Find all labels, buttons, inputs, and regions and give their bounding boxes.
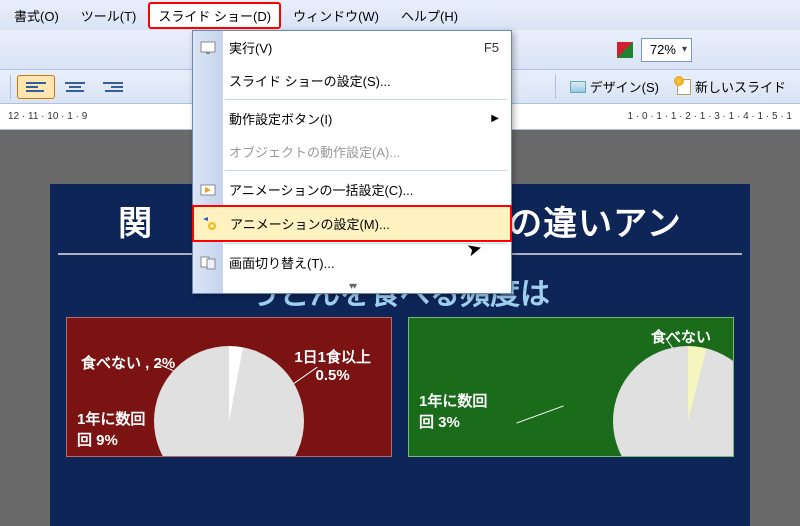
menu-item-action-buttons-label: 動作設定ボタン(I) [229, 109, 332, 128]
align-right-btn[interactable] [95, 76, 131, 98]
chart-left-label-1: 食べない , 2% [81, 352, 175, 373]
chart-left-label-3: 1年に数回回 9% [77, 408, 145, 450]
leader-line [516, 405, 563, 423]
menu-item-anim-batch[interactable]: アニメーションの一括設定(C)... [193, 173, 511, 206]
design-label: デザイン(S) [590, 77, 659, 96]
menu-item-object-action-label: オブジェクトの動作設定(A)... [229, 142, 400, 161]
ruler-ticks-right: 1 · 0 · 1 · 1 · 2 · 1 · 3 · 1 · 4 · 1 · … [628, 111, 793, 122]
menu-item-anim-settings[interactable]: アニメーションの設定(M)... [192, 205, 512, 242]
menu-item-transition[interactable]: 画面切り替え(T)... [193, 246, 511, 279]
pie-chart-icon [154, 346, 304, 457]
separator [555, 75, 556, 99]
design-btn[interactable]: デザイン(S) [562, 74, 667, 99]
menu-separator [225, 99, 507, 100]
align-left-btn[interactable] [17, 75, 55, 99]
pie-chart-icon [613, 346, 734, 457]
new-slide-label: 新しいスライド [695, 77, 786, 96]
slideshow-menu-dropdown: 実行(V) F5 スライド ショーの設定(S)... 動作設定ボタン(I) ▶ … [192, 30, 512, 294]
design-icon [570, 81, 586, 93]
new-slide-icon [677, 79, 691, 95]
menu-item-setup-label: スライド ショーの設定(S)... [229, 71, 391, 90]
align-left-icon [26, 79, 46, 95]
charts-row: 食べない , 2% 1日1食以上0.5% 1年に数回回 9% 食べないい, 0% [58, 313, 742, 457]
menu-item-action-buttons[interactable]: 動作設定ボタン(I) ▶ [193, 102, 511, 135]
chart-right-label-2: 1年に数回回 3% [419, 390, 487, 432]
submenu-arrow-icon: ▶ [491, 113, 499, 124]
transition-icon [199, 254, 217, 272]
menu-slideshow[interactable]: スライド ショー(D) [148, 2, 281, 29]
align-right-icon [103, 79, 123, 95]
menu-item-run[interactable]: 実行(V) F5 [193, 31, 511, 64]
chart-left-label-2: 1日1食以上0.5% [294, 346, 371, 384]
dropdown-arrow-icon: ▾ [682, 44, 687, 55]
menu-help[interactable]: ヘルプ(H) [391, 2, 468, 29]
menu-item-run-label: 実行(V) [229, 38, 272, 57]
align-center-btn[interactable] [57, 76, 93, 98]
menu-expand-chevron[interactable] [193, 279, 511, 293]
menu-item-run-shortcut: F5 [484, 40, 499, 55]
menu-item-anim-settings-label: アニメーションの設定(M)... [230, 214, 390, 233]
menu-item-anim-batch-label: アニメーションの一括設定(C)... [229, 180, 413, 199]
zoom-value: 72% [650, 42, 676, 57]
menu-format[interactable]: 書式(O) [4, 2, 69, 29]
chart-right[interactable]: 食べないい, 0% 1年に数回回 3% [408, 317, 734, 457]
color-swatch-icon [617, 42, 633, 58]
new-slide-btn[interactable]: 新しいスライド [669, 74, 794, 99]
menu-tools[interactable]: ツール(T) [71, 2, 147, 29]
run-icon [199, 39, 217, 57]
menu-bar: 書式(O) ツール(T) スライド ショー(D) ウィンドウ(W) ヘルプ(H) [0, 0, 800, 30]
menu-item-object-action: オブジェクトの動作設定(A)... [193, 135, 511, 168]
animation-settings-icon [200, 215, 218, 233]
chart-left[interactable]: 食べない , 2% 1日1食以上0.5% 1年に数回回 9% [66, 317, 392, 457]
menu-window[interactable]: ウィンドウ(W) [283, 2, 389, 29]
separator [10, 75, 11, 99]
animation-batch-icon [199, 181, 217, 199]
zoom-combo[interactable]: 72% ▾ [641, 38, 692, 62]
ruler-ticks-left: 12 · 11 · 10 · 1 · 9 [8, 111, 87, 122]
menu-item-transition-label: 画面切り替え(T)... [229, 253, 334, 272]
align-center-icon [65, 79, 85, 95]
menu-separator [225, 170, 507, 171]
menu-item-setup[interactable]: スライド ショーの設定(S)... [193, 64, 511, 97]
color-picker-btn[interactable] [611, 36, 639, 64]
